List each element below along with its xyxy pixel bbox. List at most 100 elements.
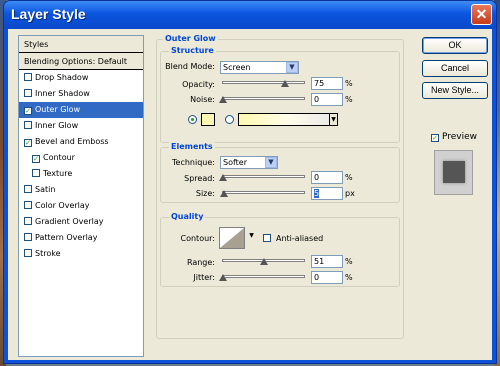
jitter-slider[interactable] [219, 271, 305, 283]
spread-input[interactable]: 0 [311, 171, 343, 184]
noise-unit: % [345, 95, 353, 104]
elements-group: Elements Technique: Softer ▼ Spread: 0 %… [160, 142, 400, 203]
jitter-unit: % [345, 273, 353, 282]
style-item-outer-glow[interactable]: ✓ Outer Glow [19, 102, 143, 118]
style-item-gradient-overlay[interactable]: Gradient Overlay [19, 214, 143, 230]
chevron-down-icon: ▼ [286, 62, 298, 73]
slider-thumb[interactable] [220, 190, 228, 197]
slider-thumb[interactable] [219, 274, 227, 281]
style-checkbox[interactable]: ✓ [32, 155, 40, 163]
chevron-down-icon: ▼ [265, 157, 277, 168]
style-item-inner-glow[interactable]: Inner Glow [19, 118, 143, 134]
solid-color-radio[interactable] [188, 115, 197, 124]
style-item-label: Inner Glow [35, 121, 79, 130]
range-value: 51 [314, 257, 325, 266]
style-checkbox[interactable] [24, 249, 32, 257]
style-checkbox[interactable] [24, 185, 32, 193]
technique-label: Technique: [172, 158, 215, 167]
close-icon[interactable]: ✕ [471, 4, 492, 25]
style-checkbox[interactable] [24, 217, 32, 225]
styles-header[interactable]: Styles [19, 36, 143, 53]
jitter-input[interactable]: 0 [311, 271, 343, 284]
technique-select[interactable]: Softer ▼ [220, 156, 278, 169]
glow-gradient-picker[interactable] [238, 113, 336, 126]
size-value: 5 [314, 189, 320, 198]
opacity-slider[interactable] [222, 77, 305, 89]
style-item-label: Pattern Overlay [35, 233, 98, 242]
contour-preview[interactable] [219, 227, 245, 249]
style-item-pattern-overlay[interactable]: Pattern Overlay [19, 230, 143, 246]
style-checkbox[interactable] [24, 73, 32, 81]
window-title: Layer Style [11, 6, 86, 22]
slider-thumb[interactable] [219, 174, 227, 181]
noise-value: 0 [314, 95, 320, 104]
style-item-inner-shadow[interactable]: Inner Shadow [19, 86, 143, 102]
preview-checkbox[interactable]: ✓ [431, 134, 439, 142]
ok-button[interactable]: OK [422, 37, 488, 54]
spread-value: 0 [314, 173, 320, 182]
blend-mode-label: Blend Mode: [165, 62, 215, 71]
size-slider[interactable] [220, 187, 305, 199]
slider-thumb[interactable] [260, 258, 268, 265]
style-item-label: Inner Shadow [35, 89, 90, 98]
style-item-bevel-and-emboss[interactable]: ✓ Bevel and Emboss [19, 134, 143, 150]
style-item-label: Gradient Overlay [35, 217, 104, 226]
style-checkbox[interactable] [24, 89, 32, 97]
spread-slider[interactable] [219, 171, 305, 183]
opacity-input[interactable]: 75 [311, 77, 343, 90]
size-input[interactable]: 5 [311, 187, 343, 200]
style-item-label: Contour [43, 153, 75, 162]
slider-track [222, 275, 305, 278]
cancel-button[interactable]: Cancel [422, 60, 488, 77]
structure-group: Structure Blend Mode: Screen ▼ Opacity: … [160, 46, 400, 143]
noise-slider[interactable] [219, 93, 305, 105]
chevron-down-icon[interactable]: ▼ [329, 113, 338, 126]
opacity-unit: % [345, 79, 353, 88]
blending-options-item[interactable]: Blending Options: Default [19, 53, 143, 70]
opacity-value: 75 [314, 79, 325, 88]
style-item-color-overlay[interactable]: Color Overlay [19, 198, 143, 214]
style-item-contour[interactable]: ✓ Contour [19, 150, 143, 166]
slider-thumb[interactable] [219, 96, 227, 103]
range-input[interactable]: 51 [311, 255, 343, 268]
glow-color-swatch[interactable] [201, 113, 215, 126]
title-bar[interactable]: Layer Style ✕ [4, 1, 496, 29]
style-checkbox[interactable] [24, 201, 32, 209]
slider-track [222, 81, 305, 84]
size-label: Size: [195, 189, 215, 198]
style-checkbox[interactable] [24, 121, 32, 129]
gradient-radio[interactable] [225, 115, 234, 124]
style-item-drop-shadow[interactable]: Drop Shadow [19, 70, 143, 86]
new-style-button[interactable]: New Style... [422, 82, 488, 99]
structure-title: Structure [169, 46, 216, 55]
slider-thumb[interactable] [281, 80, 289, 87]
style-checkbox[interactable] [24, 233, 32, 241]
jitter-label: Jitter: [193, 273, 215, 282]
spread-unit: % [345, 173, 353, 182]
slider-track [222, 191, 305, 194]
style-preview-thumbnail [434, 150, 473, 195]
opacity-label: Opacity: [182, 80, 215, 89]
quality-title: Quality [169, 212, 206, 221]
elements-title: Elements [169, 142, 215, 151]
style-item-stroke[interactable]: Stroke [19, 246, 143, 262]
noise-input[interactable]: 0 [311, 93, 343, 106]
style-item-label: Stroke [35, 249, 61, 258]
anti-aliased-checkbox[interactable] [263, 234, 271, 242]
style-checkbox[interactable]: ✓ [24, 107, 32, 115]
style-item-label: Satin [35, 185, 56, 194]
jitter-value: 0 [314, 273, 320, 282]
dialog-body: Styles Blending Options: Default Drop Sh… [8, 29, 492, 360]
layer-style-dialog: Layer Style ✕ Styles Blending Options: D… [3, 0, 497, 364]
style-checkbox[interactable] [32, 169, 40, 177]
style-item-texture[interactable]: Texture [19, 166, 143, 182]
preview-toggle[interactable]: ✓ Preview [431, 132, 477, 142]
range-slider[interactable] [222, 255, 305, 267]
blend-mode-value: Screen [223, 63, 251, 72]
blend-mode-select[interactable]: Screen ▼ [220, 61, 299, 74]
range-label: Range: [186, 258, 215, 267]
chevron-down-icon[interactable]: ▼ [247, 230, 256, 243]
style-checkbox[interactable]: ✓ [24, 139, 32, 147]
style-item-satin[interactable]: Satin [19, 182, 143, 198]
slider-track [222, 97, 305, 100]
